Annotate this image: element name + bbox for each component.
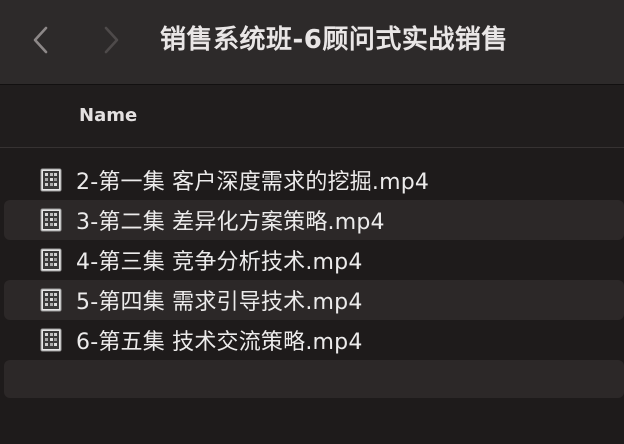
file-row[interactable]: 5-第四集 需求引导技术.mp4 <box>4 280 624 320</box>
empty-list-row <box>4 360 624 398</box>
file-name: 2-第一集 客户深度需求的挖掘.mp4 <box>76 170 430 195</box>
file-name: 4-第三集 竞争分析技术.mp4 <box>76 250 363 275</box>
title-bar: 销售系统班-6顾问式实战销售 <box>0 0 624 84</box>
window-title: 销售系统班-6顾问式实战销售 <box>160 25 508 55</box>
file-name: 5-第四集 需求引导技术.mp4 <box>76 290 363 315</box>
video-file-icon <box>40 208 62 232</box>
file-row[interactable]: 4-第三集 竞争分析技术.mp4 <box>4 240 624 280</box>
column-header: Name <box>0 85 624 147</box>
chevron-right-icon <box>104 26 119 54</box>
header-divider <box>0 147 624 148</box>
file-row[interactable]: 6-第五集 技术交流策略.mp4 <box>4 320 624 360</box>
video-file-icon <box>40 328 62 352</box>
back-button[interactable] <box>26 22 54 58</box>
name-column-header[interactable]: Name <box>79 105 137 126</box>
file-row[interactable]: 3-第二集 差异化方案策略.mp4 <box>4 200 624 240</box>
video-file-icon <box>40 248 62 272</box>
file-row[interactable]: 2-第一集 客户深度需求的挖掘.mp4 <box>4 160 624 200</box>
forward-button[interactable] <box>98 22 126 58</box>
file-name: 3-第二集 差异化方案策略.mp4 <box>76 210 385 235</box>
file-name: 6-第五集 技术交流策略.mp4 <box>76 330 363 355</box>
video-file-icon <box>40 168 62 192</box>
video-file-icon <box>40 288 62 312</box>
file-list: 2-第一集 客户深度需求的挖掘.mp4 3-第二集 差异化方案策略.mp4 4-… <box>0 160 624 360</box>
chevron-left-icon <box>33 26 48 54</box>
